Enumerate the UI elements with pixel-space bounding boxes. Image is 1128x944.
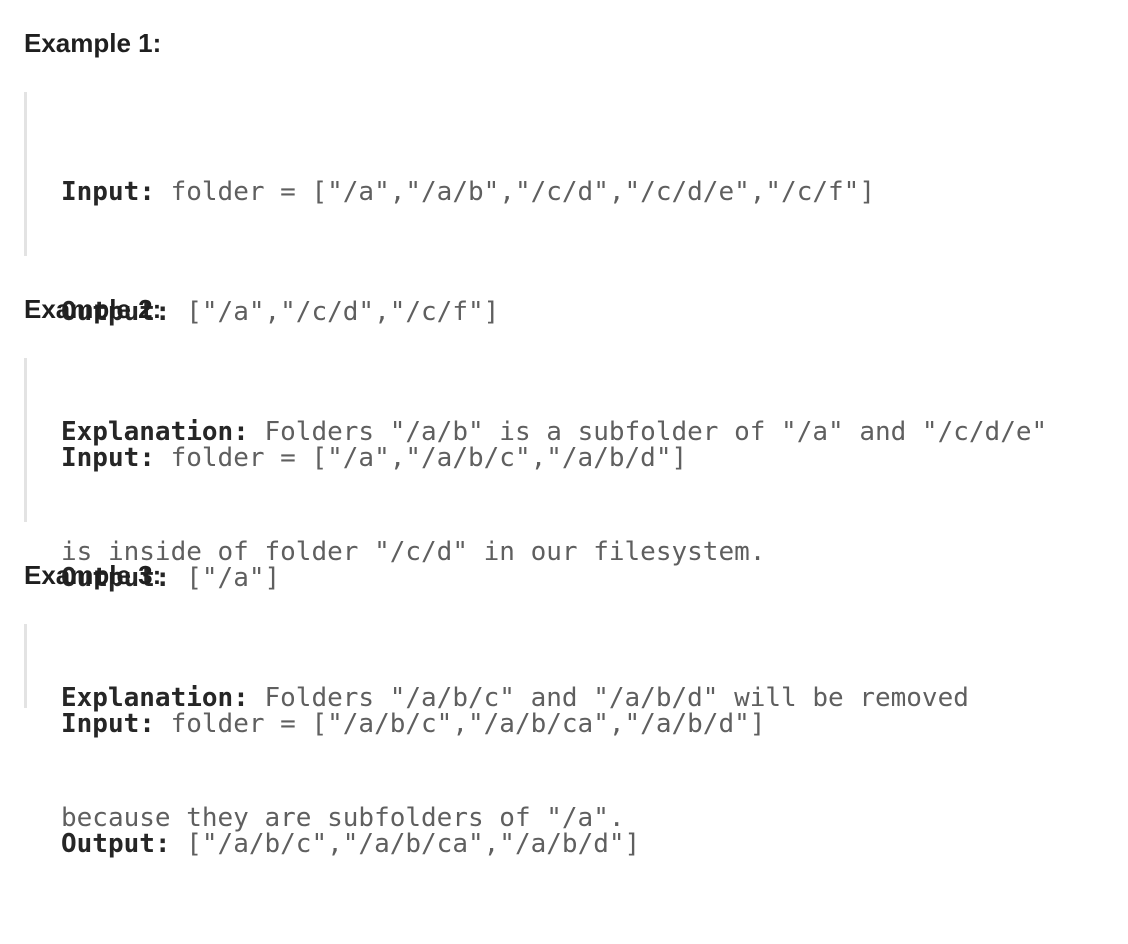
input-label: Input: <box>61 443 155 473</box>
input-label: Input: <box>61 709 155 739</box>
input-line: Input: folder = ["/a/b/c","/a/b/ca","/a/… <box>61 704 765 744</box>
output-value: ["/a/b/c","/a/b/ca","/a/b/d"] <box>170 829 641 859</box>
input-line: Input: folder = ["/a","/a/b/c","/a/b/d"] <box>61 438 969 478</box>
input-value: folder = ["/a/b/c","/a/b/ca","/a/b/d"] <box>154 709 766 739</box>
example-heading: Example 3: <box>24 560 162 590</box>
example-heading: Example 1: <box>24 28 162 58</box>
example-heading: Example 2: <box>24 294 162 324</box>
example-code-block: Input: folder = ["/a/b/c","/a/b/ca","/a/… <box>24 624 765 859</box>
example-code-block: Input: folder = ["/a","/a/b/c","/a/b/d"]… <box>24 358 969 833</box>
example-1: Example 1: Input: folder = ["/a","/a/b",… <box>24 28 1128 567</box>
example-2: Example 2: Input: folder = ["/a","/a/b/c… <box>24 294 1128 833</box>
input-value: folder = ["/a","/a/b","/c/d","/c/d/e","/… <box>154 177 875 207</box>
output-line: Output: ["/a/b/c","/a/b/ca","/a/b/d"] <box>61 824 765 864</box>
example-code-block: Input: folder = ["/a","/a/b","/c/d","/c/… <box>24 92 1047 567</box>
input-label: Input: <box>61 177 155 207</box>
output-label: Output: <box>61 829 171 859</box>
input-line: Input: folder = ["/a","/a/b","/c/d","/c/… <box>61 172 1047 212</box>
input-value: folder = ["/a","/a/b/c","/a/b/d"] <box>154 443 688 473</box>
example-3: Example 3: Input: folder = ["/a/b/c","/a… <box>24 560 1128 859</box>
